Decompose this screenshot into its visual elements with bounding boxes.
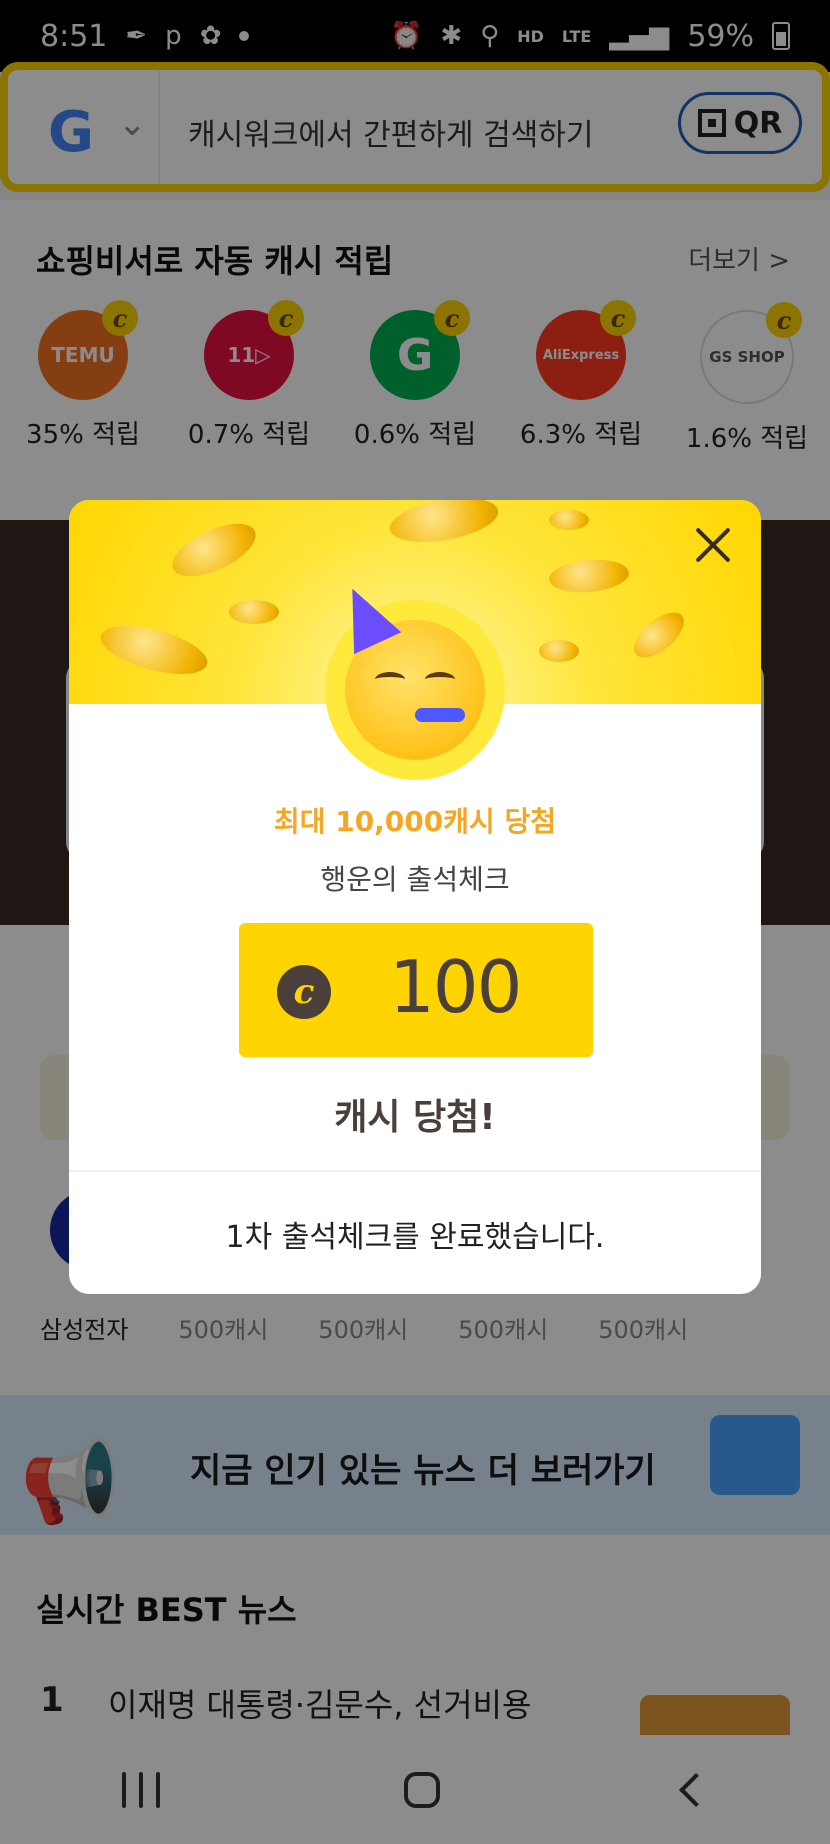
attendance-reward-modal: 최대 10,000캐시 당첨 행운의 출석체크 c 100 캐시 당첨! 1차 … xyxy=(69,500,761,1294)
coin-icon xyxy=(539,640,579,662)
coin-icon xyxy=(386,500,502,550)
coin-icon xyxy=(626,604,692,666)
coin-icon xyxy=(95,616,213,684)
prize-won-label: 캐시 당첨! xyxy=(334,1097,496,1138)
coin-icon xyxy=(164,512,264,588)
coin-icon xyxy=(547,556,631,596)
prize-amount: 100 xyxy=(389,945,522,1029)
cash-coin-icon: c xyxy=(277,965,331,1019)
prize-amount-box: c 100 xyxy=(239,923,593,1057)
completion-message: 1차 출석체크를 완료했습니다. xyxy=(225,1220,605,1255)
party-face-icon xyxy=(328,577,485,760)
prize-headline: 최대 10,000캐시 당첨 xyxy=(273,805,557,838)
emoji-eye xyxy=(425,672,455,687)
close-button[interactable] xyxy=(687,520,737,570)
coin-icon xyxy=(229,600,279,624)
modal-divider xyxy=(69,1170,761,1172)
prize-subtitle: 행운의 출석체크 xyxy=(320,863,510,896)
coin-icon xyxy=(549,510,589,530)
emoji-eye xyxy=(375,672,405,687)
party-emoji-badge xyxy=(325,577,505,780)
party-horn-icon xyxy=(415,708,465,722)
